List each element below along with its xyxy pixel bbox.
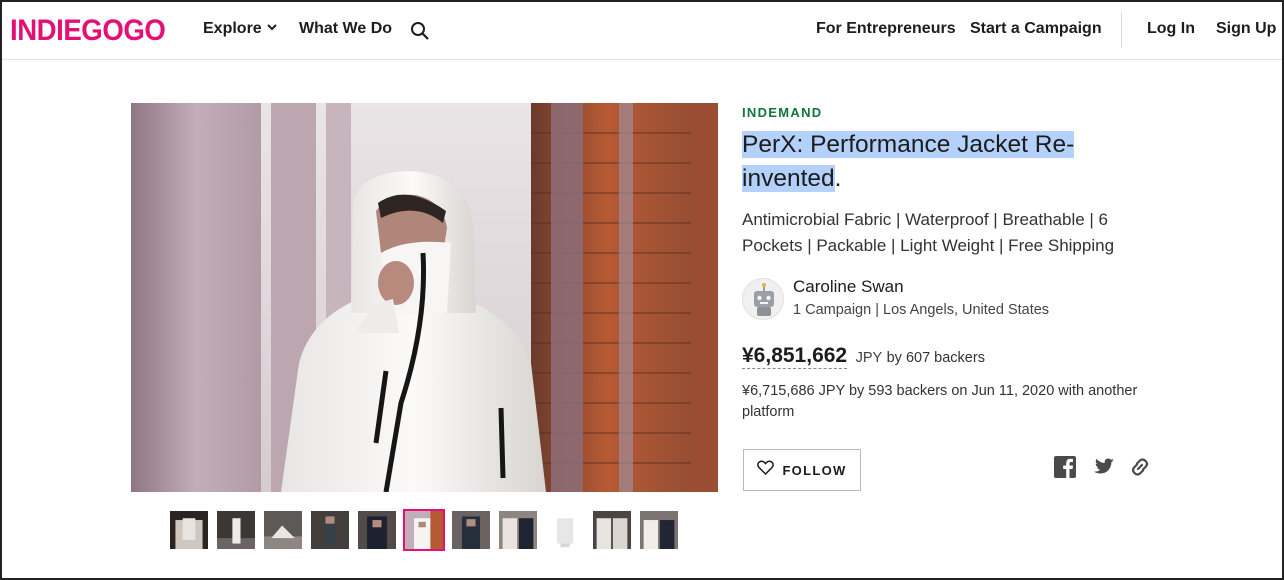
gallery-thumbnails bbox=[168, 509, 680, 551]
twitter-icon[interactable] bbox=[1091, 455, 1115, 479]
funding-amount: ¥6,851,662 bbox=[742, 344, 848, 369]
facebook-icon[interactable] bbox=[1053, 455, 1077, 479]
owner-meta: 1 Campaign | Los Angels, United States bbox=[793, 302, 1050, 318]
gallery-thumbnail[interactable] bbox=[638, 509, 680, 551]
link-icon[interactable] bbox=[1128, 455, 1152, 479]
gallery-thumbnail[interactable] bbox=[544, 509, 586, 551]
follow-label: FOLLOW bbox=[782, 462, 847, 478]
campaign-title-selected-text: PerX: Performance Jacket Re-invented bbox=[742, 131, 1075, 192]
nav-start-campaign[interactable]: Start a Campaign bbox=[970, 20, 1102, 38]
gallery-thumbnail[interactable] bbox=[356, 509, 398, 551]
owner-name[interactable]: Caroline Swan bbox=[793, 277, 904, 297]
campaign-title-period: . bbox=[834, 165, 842, 192]
gallery-thumbnail[interactable] bbox=[168, 509, 210, 551]
robot-avatar-icon[interactable] bbox=[742, 278, 784, 320]
campaign-description: Antimicrobial Fabric | Waterproof | Brea… bbox=[742, 210, 1115, 255]
signup-link[interactable]: Sign Up bbox=[1216, 20, 1276, 38]
nav-for-entrepreneurs[interactable]: For Entrepreneurs bbox=[816, 20, 956, 38]
campaign-hero-image[interactable] bbox=[131, 103, 718, 492]
campaign-title: PerX: Performance Jacket Re-invented. bbox=[742, 128, 1142, 196]
chevron-down-icon bbox=[266, 20, 278, 38]
gallery-thumbnail[interactable] bbox=[309, 509, 351, 551]
search-icon[interactable] bbox=[410, 21, 430, 46]
funding-currency: JPY bbox=[855, 350, 883, 366]
login-link[interactable]: Log In bbox=[1147, 20, 1195, 38]
gallery-thumbnail[interactable] bbox=[497, 509, 539, 551]
site-header: INDIEGOGO Explore What We Do For Entrepr… bbox=[2, 2, 1282, 60]
gallery-thumbnail-active[interactable] bbox=[403, 509, 445, 551]
heart-icon bbox=[757, 460, 775, 480]
nav-divider bbox=[1121, 12, 1122, 48]
funding-backers: by 607 backers bbox=[886, 350, 985, 366]
follow-button[interactable]: FOLLOW bbox=[743, 449, 861, 491]
other-platform-funding: ¥6,715,686 JPY by 593 backers on Jun 11,… bbox=[742, 383, 1138, 420]
gallery-thumbnail[interactable] bbox=[450, 509, 492, 551]
gallery-thumbnail[interactable] bbox=[591, 509, 633, 551]
gallery-thumbnail[interactable] bbox=[262, 509, 304, 551]
nav-explore-label: Explore bbox=[203, 20, 262, 38]
campaign-status-tag: INDEMAND bbox=[742, 105, 823, 120]
funding-summary: ¥6,851,662 JPY by 607 backers bbox=[742, 344, 985, 369]
nav-explore[interactable]: Explore bbox=[203, 20, 278, 38]
gallery-thumbnail[interactable] bbox=[215, 509, 257, 551]
indiegogo-logo[interactable]: INDIEGOGO bbox=[10, 14, 166, 48]
nav-what-we-do[interactable]: What We Do bbox=[299, 20, 392, 38]
